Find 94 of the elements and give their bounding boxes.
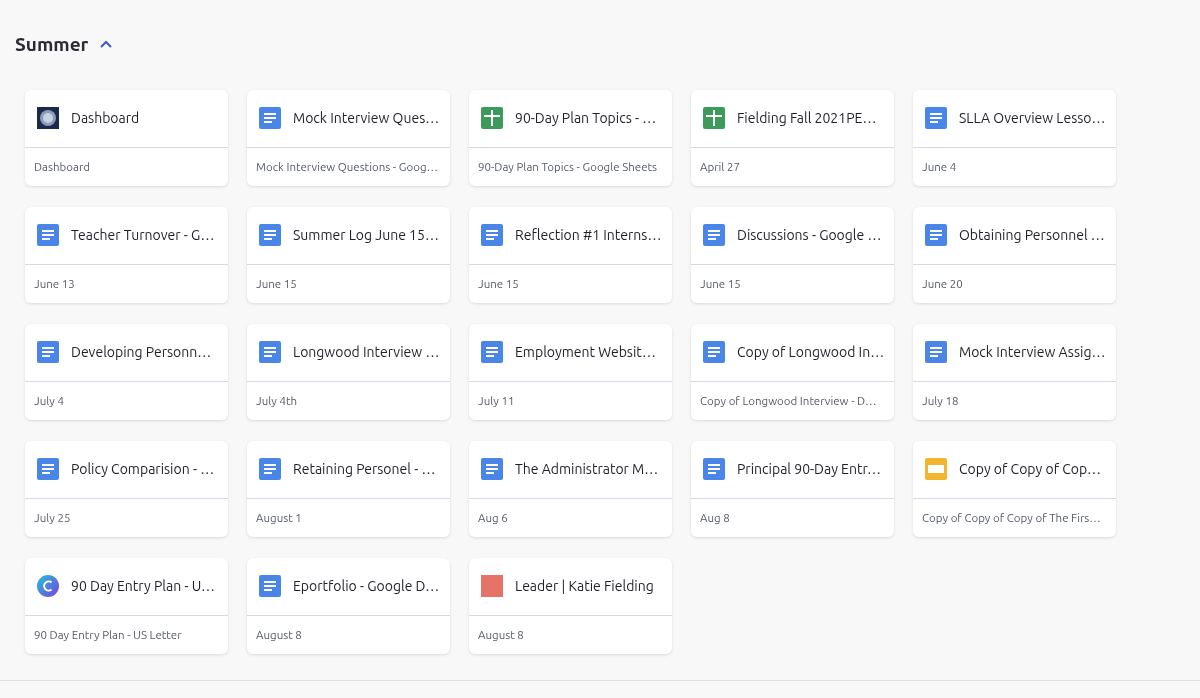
file-subtitle: June 4 bbox=[922, 158, 957, 175]
file-title: Copy of Copy of Cop… bbox=[959, 459, 1102, 479]
document-icon bbox=[703, 458, 725, 480]
file-card[interactable]: Longwood Interview … July 4th bbox=[247, 323, 450, 420]
file-subtitle: August 1 bbox=[256, 509, 302, 526]
document-icon bbox=[259, 575, 281, 597]
file-subtitle: Dashboard bbox=[34, 158, 91, 175]
file-card[interactable]: Leader | Katie Fielding August 8 bbox=[469, 557, 672, 654]
file-card[interactable]: Fielding Fall 2021PE… April 27 bbox=[691, 89, 894, 186]
file-title: Retaining Personel - … bbox=[293, 459, 436, 479]
file-subtitle: Mock Interview Questions - Goog… bbox=[256, 158, 438, 175]
file-subtitle: June 15 bbox=[478, 275, 519, 292]
file-subtitle: August 8 bbox=[478, 626, 524, 643]
file-title: Policy Comparision - … bbox=[71, 459, 215, 479]
file-subtitle: Copy of Copy of Copy of The Firs… bbox=[922, 509, 1101, 526]
file-title: 90 Day Entry Plan - U… bbox=[71, 576, 215, 596]
square-icon bbox=[481, 575, 503, 597]
file-card[interactable]: SLLA Overview Lesso… June 4 bbox=[913, 89, 1116, 186]
document-icon bbox=[259, 458, 281, 480]
file-card[interactable]: Discussions - Google … June 15 bbox=[691, 206, 894, 303]
document-icon bbox=[259, 224, 281, 246]
file-title: Developing Personn… bbox=[71, 342, 212, 362]
file-title: Employment Websit… bbox=[515, 342, 656, 362]
file-card[interactable]: Retaining Personel - … August 1 bbox=[247, 440, 450, 537]
file-subtitle: Copy of Longwood Interview - D… bbox=[700, 392, 877, 409]
file-subtitle: June 15 bbox=[256, 275, 297, 292]
file-card[interactable]: 90-Day Plan Topics - … 90-Day Plan Topics - Google Sheets bbox=[469, 89, 672, 186]
document-icon bbox=[481, 224, 503, 246]
spreadsheet-icon bbox=[703, 107, 725, 129]
file-card[interactable]: Employment Websit… July 11 bbox=[469, 323, 672, 420]
file-title: SLLA Overview Lesso… bbox=[959, 108, 1106, 128]
document-icon bbox=[925, 224, 947, 246]
document-icon bbox=[703, 224, 725, 246]
file-card[interactable]: Eportfolio - Google D… August 8 bbox=[247, 557, 450, 654]
document-icon bbox=[703, 341, 725, 363]
file-title: Longwood Interview … bbox=[293, 342, 440, 362]
document-icon bbox=[481, 341, 503, 363]
file-card[interactable]: Dashboard Dashboard bbox=[25, 89, 228, 186]
file-subtitle: April 27 bbox=[700, 158, 740, 175]
file-subtitle: Aug 6 bbox=[478, 509, 508, 526]
file-card[interactable]: Principal 90-Day Entr… Aug 8 bbox=[691, 440, 894, 537]
file-subtitle: July 4 bbox=[34, 392, 64, 409]
file-card[interactable]: Copy of Longwood In… Copy of Longwood Interview - D… bbox=[691, 323, 894, 420]
file-title: Principal 90-Day Entr… bbox=[737, 459, 882, 479]
document-icon bbox=[259, 107, 281, 129]
file-subtitle: 90 Day Entry Plan - US Letter bbox=[34, 626, 182, 643]
file-subtitle: June 15 bbox=[700, 275, 741, 292]
file-subtitle: July 4th bbox=[256, 392, 297, 409]
file-card[interactable]: Mock Interview Assig… July 18 bbox=[913, 323, 1116, 420]
file-title: Eportfolio - Google D… bbox=[293, 576, 440, 596]
chevron-toggle[interactable] bbox=[100, 40, 113, 49]
document-icon bbox=[925, 107, 947, 129]
file-subtitle: July 25 bbox=[34, 509, 71, 526]
document-icon bbox=[37, 224, 59, 246]
file-card[interactable]: The Administrator M… Aug 6 bbox=[469, 440, 672, 537]
slides-icon bbox=[925, 458, 947, 480]
document-icon bbox=[925, 341, 947, 363]
file-title: Discussions - Google … bbox=[737, 225, 882, 245]
file-title: Reflection #1 Interns… bbox=[515, 225, 662, 245]
file-card[interactable]: Obtaining Personnel … June 20 bbox=[913, 206, 1116, 303]
file-title: Fielding Fall 2021PE… bbox=[737, 108, 877, 128]
document-icon bbox=[37, 341, 59, 363]
file-card[interactable]: Developing Personn… July 4 bbox=[25, 323, 228, 420]
letter-c-logo-icon bbox=[37, 575, 59, 597]
file-card[interactable]: Reflection #1 Interns… June 15 bbox=[469, 206, 672, 303]
file-card[interactable]: Copy of Copy of Cop… Copy of Copy of Copy of The Firs… bbox=[913, 440, 1116, 537]
document-icon bbox=[259, 341, 281, 363]
file-card[interactable]: Teacher Turnover - G… June 13 bbox=[25, 206, 228, 303]
file-subtitle: June 13 bbox=[34, 275, 75, 292]
file-card[interactable]: Summer Log June 15… June 15 bbox=[247, 206, 450, 303]
file-title: Dashboard bbox=[71, 108, 140, 128]
file-title: Mock Interview Ques… bbox=[293, 108, 440, 128]
document-icon bbox=[481, 458, 503, 480]
file-card[interactable]: Policy Comparision - … July 25 bbox=[25, 440, 228, 537]
file-title: Leader | Katie Fielding bbox=[515, 576, 654, 596]
seal-logo-icon bbox=[37, 107, 59, 129]
file-title: Summer Log June 15… bbox=[293, 225, 439, 245]
file-title: 90-Day Plan Topics - … bbox=[515, 108, 657, 128]
file-title: The Administrator M… bbox=[515, 459, 659, 479]
document-icon bbox=[37, 458, 59, 480]
file-subtitle: August 8 bbox=[256, 626, 302, 643]
file-subtitle: July 11 bbox=[478, 392, 515, 409]
file-subtitle: June 20 bbox=[922, 275, 963, 292]
file-title: Teacher Turnover - G… bbox=[71, 225, 215, 245]
section-title: Summer bbox=[15, 32, 89, 57]
file-title: Mock Interview Assig… bbox=[959, 342, 1106, 362]
file-card[interactable]: Mock Interview Ques… Mock Interview Questions - Goog… bbox=[247, 89, 450, 186]
file-card[interactable]: 90 Day Entry Plan - U… 90 Day Entry Plan - US Letter bbox=[25, 557, 228, 654]
file-subtitle: 90-Day Plan Topics - Google Sheets bbox=[478, 158, 658, 175]
file-title: Obtaining Personnel … bbox=[959, 225, 1105, 245]
file-subtitle: July 18 bbox=[922, 392, 959, 409]
file-subtitle: Aug 8 bbox=[700, 509, 730, 526]
file-title: Copy of Longwood In… bbox=[737, 342, 885, 362]
spreadsheet-icon bbox=[481, 107, 503, 129]
